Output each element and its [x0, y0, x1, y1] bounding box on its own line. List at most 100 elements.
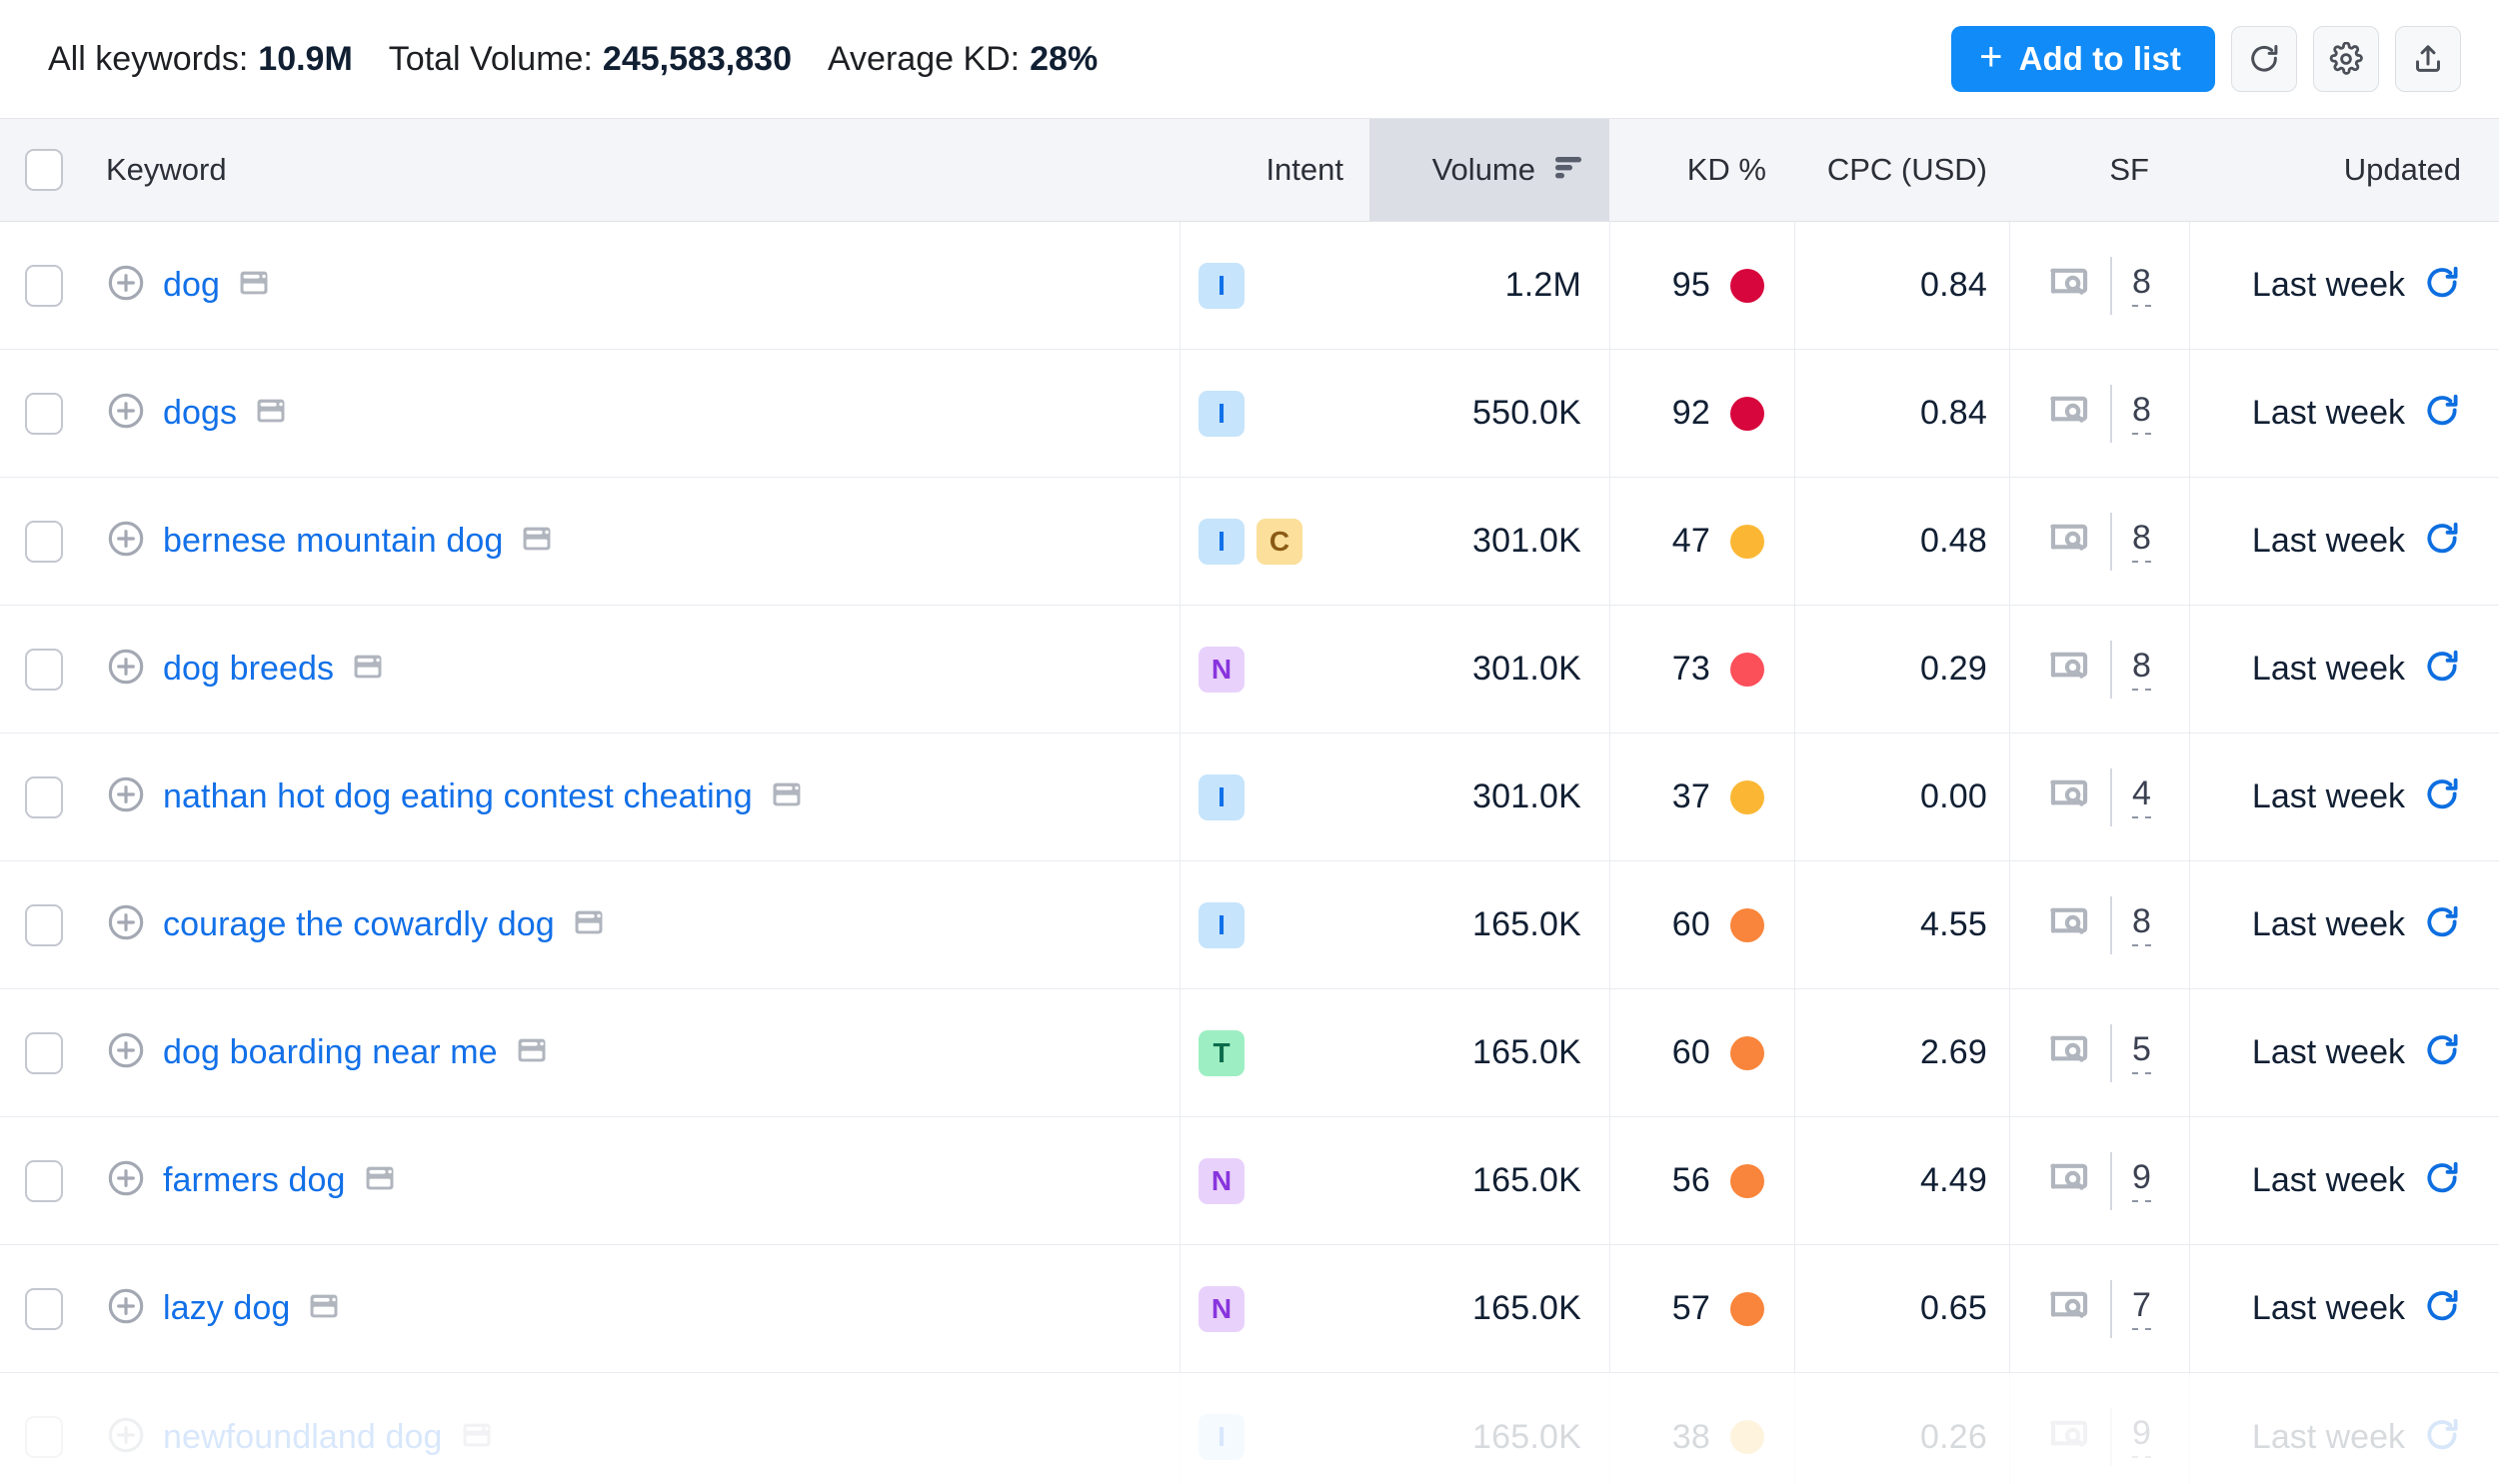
keyword-link[interactable]: dog boarding near me [163, 1033, 498, 1072]
intent-badge-i[interactable]: I [1199, 263, 1245, 309]
column-header-intent[interactable]: Intent [1180, 119, 1369, 221]
add-keyword-icon[interactable] [106, 263, 146, 308]
serp-preview-icon[interactable] [363, 1161, 397, 1200]
sf-count[interactable]: 8 [2132, 649, 2151, 691]
add-keyword-icon[interactable] [106, 519, 146, 564]
row-checkbox[interactable] [25, 776, 63, 818]
keyword-link[interactable]: newfoundland dog [163, 1418, 443, 1457]
column-header-updated[interactable]: Updated [2189, 119, 2499, 221]
refresh-row-icon[interactable] [2423, 392, 2461, 435]
add-to-list-button[interactable]: + Add to list [1951, 26, 2215, 92]
table-row[interactable]: lazy dog N 165.0K 57 0.65 7 [0, 1245, 2499, 1373]
column-header-cpc[interactable]: CPC (USD) [1794, 119, 2009, 221]
keyword-link[interactable]: dog breeds [163, 650, 334, 689]
column-header-kd[interactable]: KD % [1609, 119, 1794, 221]
serp-features-preview-icon[interactable] [2048, 1032, 2090, 1073]
serp-features-preview-icon[interactable] [2048, 1160, 2090, 1201]
table-row[interactable]: nathan hot dog eating contest cheating I… [0, 734, 2499, 861]
row-checkbox[interactable] [25, 649, 63, 691]
serp-preview-icon[interactable] [351, 650, 385, 689]
refresh-row-icon[interactable] [2423, 903, 2461, 946]
sf-count[interactable]: 7 [2132, 1288, 2151, 1330]
refresh-row-icon[interactable] [2423, 1287, 2461, 1330]
serp-features-preview-icon[interactable] [2048, 521, 2090, 562]
row-checkbox[interactable] [25, 1160, 63, 1202]
intent-badge-n[interactable]: N [1199, 647, 1245, 693]
add-keyword-icon[interactable] [106, 1286, 146, 1331]
row-checkbox[interactable] [25, 904, 63, 946]
intent-badge-t[interactable]: T [1199, 1030, 1245, 1076]
table-row[interactable]: bernese mountain dog IC 301.0K 47 0.48 8 [0, 478, 2499, 606]
keyword-link[interactable]: farmers dog [163, 1161, 346, 1200]
refresh-row-icon[interactable] [2423, 648, 2461, 691]
add-keyword-icon[interactable] [106, 1415, 146, 1460]
settings-button[interactable] [2313, 26, 2379, 92]
refresh-row-icon[interactable] [2423, 264, 2461, 307]
serp-preview-icon[interactable] [237, 266, 271, 305]
intent-badge-c[interactable]: C [1256, 519, 1302, 565]
keyword-link[interactable]: courage the cowardly dog [163, 905, 555, 944]
table-row[interactable]: courage the cowardly dog I 165.0K 60 4.5… [0, 861, 2499, 989]
serp-features-preview-icon[interactable] [2048, 1288, 2090, 1329]
add-keyword-icon[interactable] [106, 1030, 146, 1075]
select-all-checkbox[interactable] [25, 149, 63, 191]
export-button[interactable] [2395, 26, 2461, 92]
column-header-volume[interactable]: Volume [1369, 119, 1609, 221]
keyword-link[interactable]: bernese mountain dog [163, 522, 503, 561]
row-checkbox[interactable] [25, 1288, 63, 1330]
sf-count[interactable]: 8 [2132, 393, 2151, 435]
serp-features-preview-icon[interactable] [2048, 265, 2090, 306]
intent-badge-i[interactable]: I [1199, 774, 1245, 820]
serp-preview-icon[interactable] [515, 1033, 549, 1072]
add-keyword-icon[interactable] [106, 774, 146, 819]
keyword-link[interactable]: dogs [163, 394, 237, 433]
serp-features-preview-icon[interactable] [2048, 649, 2090, 690]
sf-count[interactable]: 8 [2132, 521, 2151, 563]
table-row[interactable]: dog boarding near me T 165.0K 60 2.69 5 [0, 989, 2499, 1117]
row-checkbox[interactable] [25, 1032, 63, 1074]
refresh-row-icon[interactable] [2423, 520, 2461, 563]
row-checkbox[interactable] [25, 1416, 63, 1458]
row-checkbox[interactable] [25, 393, 63, 435]
table-row[interactable]: farmers dog N 165.0K 56 4.49 9 [0, 1117, 2499, 1245]
keyword-link[interactable]: lazy dog [163, 1289, 290, 1328]
refresh-row-icon[interactable] [2423, 1416, 2461, 1459]
intent-badge-i[interactable]: I [1199, 1414, 1245, 1460]
keyword-link[interactable]: nathan hot dog eating contest cheating [163, 777, 753, 816]
intent-badge-i[interactable]: I [1199, 519, 1245, 565]
serp-preview-icon[interactable] [460, 1418, 494, 1457]
intent-badge-n[interactable]: N [1199, 1158, 1245, 1204]
column-header-sf[interactable]: SF [2009, 119, 2189, 221]
serp-features-preview-icon[interactable] [2048, 904, 2090, 945]
intent-badge-n[interactable]: N [1199, 1286, 1245, 1332]
sf-count[interactable]: 4 [2132, 776, 2151, 818]
keyword-link[interactable]: dog [163, 266, 220, 305]
serp-features-preview-icon[interactable] [2048, 393, 2090, 434]
refresh-button[interactable] [2231, 26, 2297, 92]
sf-count[interactable]: 8 [2132, 265, 2151, 307]
table-row[interactable]: dog I 1.2M 95 0.84 8 [0, 222, 2499, 350]
serp-preview-icon[interactable] [572, 905, 606, 944]
refresh-row-icon[interactable] [2423, 1031, 2461, 1074]
table-row[interactable]: newfoundland dog I 165.0K 38 0.26 9 [0, 1373, 2499, 1484]
table-row[interactable]: dog breeds N 301.0K 73 0.29 8 [0, 606, 2499, 734]
add-keyword-icon[interactable] [106, 1158, 146, 1203]
serp-features-preview-icon[interactable] [2048, 1417, 2090, 1458]
column-header-keyword[interactable]: Keyword [88, 119, 1180, 221]
row-checkbox[interactable] [25, 521, 63, 563]
row-checkbox[interactable] [25, 265, 63, 307]
serp-preview-icon[interactable] [307, 1289, 341, 1328]
serp-preview-icon[interactable] [520, 522, 554, 561]
serp-preview-icon[interactable] [770, 777, 804, 816]
add-keyword-icon[interactable] [106, 647, 146, 692]
refresh-row-icon[interactable] [2423, 775, 2461, 818]
serp-preview-icon[interactable] [254, 394, 288, 433]
sf-count[interactable]: 9 [2132, 1416, 2151, 1458]
add-keyword-icon[interactable] [106, 902, 146, 947]
add-keyword-icon[interactable] [106, 391, 146, 436]
intent-badge-i[interactable]: I [1199, 902, 1245, 948]
sf-count[interactable]: 9 [2132, 1160, 2151, 1202]
table-row[interactable]: dogs I 550.0K 92 0.84 8 [0, 350, 2499, 478]
serp-features-preview-icon[interactable] [2048, 776, 2090, 817]
intent-badge-i[interactable]: I [1199, 391, 1245, 437]
